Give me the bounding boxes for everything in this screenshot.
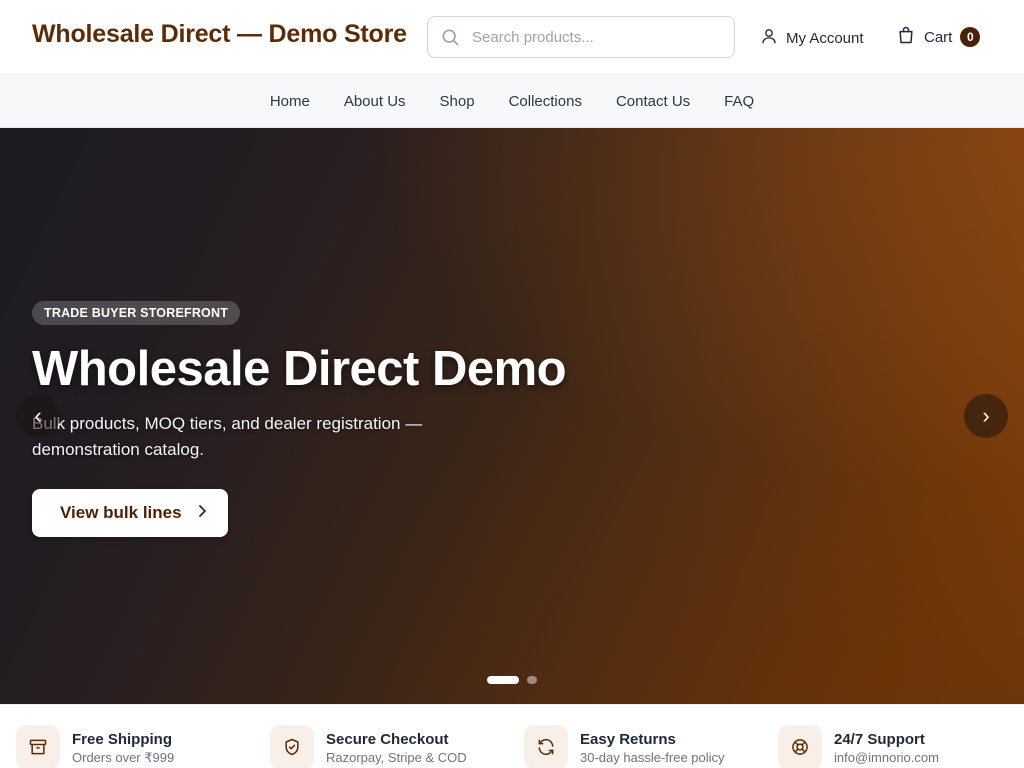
search-bar[interactable] xyxy=(427,16,735,58)
user-icon xyxy=(760,26,778,50)
my-account-label: My Account xyxy=(786,29,864,47)
main-nav: Home About Us Shop Collections Contact U… xyxy=(0,74,1024,128)
view-bulk-lines-button[interactable]: View bulk lines xyxy=(32,489,228,537)
nav-item-collections[interactable]: Collections xyxy=(509,93,582,110)
shopping-bag-icon xyxy=(896,24,916,50)
slide-dot-1[interactable] xyxy=(487,676,519,684)
cta-label: View bulk lines xyxy=(60,503,182,522)
feature-easy-returns: Easy Returns 30-day hassle-free policy xyxy=(524,725,725,768)
chevron-right-icon xyxy=(196,503,208,523)
hero-banner: ‹ TRADE BUYER STOREFRONT Wholesale Direc… xyxy=(0,128,1024,704)
feature-title: 24/7 Support xyxy=(834,731,925,748)
refresh-icon xyxy=(524,725,568,768)
nav-item-about-us[interactable]: About Us xyxy=(344,93,406,110)
hero-content: TRADE BUYER STOREFRONT Wholesale Direct … xyxy=(32,301,567,537)
slide-dot-2[interactable] xyxy=(527,676,537,684)
feature-title: Secure Checkout xyxy=(326,731,449,748)
box-icon xyxy=(16,725,60,768)
feature-title: Free Shipping xyxy=(72,731,173,748)
feature-title: Easy Returns xyxy=(580,731,676,748)
hero-subtitle: Bulk products, MOQ tiers, and dealer reg… xyxy=(32,414,423,459)
hero-eyebrow-badge: TRADE BUYER STOREFRONT xyxy=(32,301,241,325)
feature-subtitle: info@imnorio.com xyxy=(834,750,939,765)
shield-check-icon xyxy=(270,725,314,768)
feature-subtitle: Orders over ₹999 xyxy=(72,750,175,765)
slide-indicators xyxy=(487,676,537,684)
hero-title: Wholesale Direct Demo xyxy=(32,342,567,396)
cart-link[interactable]: Cart 0 xyxy=(896,24,981,50)
my-account-link[interactable]: My Account xyxy=(760,26,864,50)
cart-label: Cart xyxy=(924,28,953,46)
features-strip: Free Shipping Orders over ₹999 Secure Ch… xyxy=(0,704,1024,768)
nav-item-contact-us[interactable]: Contact Us xyxy=(616,93,690,110)
nav-item-home[interactable]: Home xyxy=(270,93,310,110)
cart-count-badge: 0 xyxy=(960,27,981,47)
feature-free-shipping: Free Shipping Orders over ₹999 xyxy=(16,725,174,768)
lifebuoy-icon xyxy=(778,725,822,768)
search-input[interactable] xyxy=(472,28,712,46)
nav-item-faq[interactable]: FAQ xyxy=(724,93,754,110)
nav-item-shop[interactable]: Shop xyxy=(440,93,475,110)
feature-subtitle: Razorpay, Stripe & COD xyxy=(326,750,467,765)
site-header: Wholesale Direct — Demo Store My Account… xyxy=(0,0,1024,74)
feature-subtitle: 30-day hassle-free policy xyxy=(580,750,725,765)
store-logo[interactable]: Wholesale Direct — Demo Store xyxy=(32,20,407,49)
prev-slide-button[interactable]: ‹ xyxy=(16,394,60,438)
next-slide-button[interactable]: › xyxy=(964,394,1008,438)
feature-secure-checkout: Secure Checkout Razorpay, Stripe & COD xyxy=(270,725,467,768)
feature-support: 24/7 Support info@imnorio.com xyxy=(778,725,939,768)
search-icon xyxy=(428,17,472,57)
